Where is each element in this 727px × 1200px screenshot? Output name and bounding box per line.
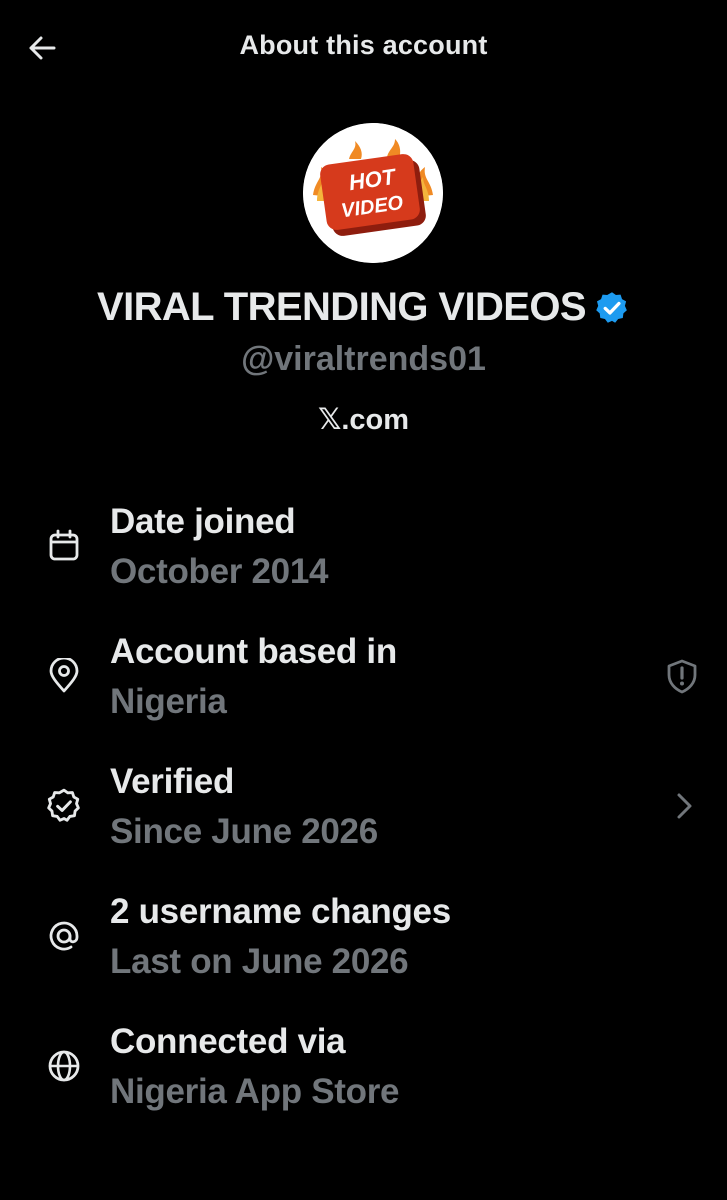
row-verified[interactable]: Verified Since June 2026 [0, 760, 727, 870]
verified-badge-icon [596, 291, 627, 323]
row-title: Connected via [110, 1022, 346, 1061]
globe-icon [44, 1046, 84, 1086]
row-account-based-in: Account based in Nigeria [0, 630, 727, 740]
avatar[interactable]: HOT VIDEO [303, 123, 443, 263]
row-subtitle: Since June 2026 [110, 812, 378, 851]
row-subtitle: October 2014 [110, 552, 329, 591]
x-logo-icon: 𝕏 [317, 402, 342, 436]
display-name: VIRAL TRENDING VIDEOS [97, 285, 587, 329]
row-subtitle: Nigeria [110, 682, 227, 721]
at-sign-icon [44, 916, 84, 956]
row-subtitle: Nigeria App Store [110, 1072, 400, 1111]
site-link[interactable]: 𝕏.com [0, 402, 727, 437]
display-name-row: VIRAL TRENDING VIDEOS [0, 285, 727, 330]
top-bar: About this account [0, 0, 727, 94]
chevron-right-icon[interactable] [664, 786, 704, 826]
shield-alert-icon[interactable] [662, 656, 702, 696]
row-subtitle: Last on June 2026 [110, 942, 409, 981]
calendar-icon [44, 526, 84, 566]
row-title: Date joined [110, 502, 296, 541]
page-title: About this account [239, 30, 488, 60]
row-title: Account based in [110, 632, 397, 671]
row-username-changes: 2 username changes Last on June 2026 [0, 890, 727, 1000]
location-pin-icon [44, 656, 84, 696]
username-handle: @viraltrends01 [241, 340, 486, 378]
verified-badge-outline-icon [44, 786, 84, 826]
row-date-joined: Date joined October 2014 [0, 500, 727, 610]
row-title: Verified [110, 762, 235, 801]
row-title: 2 username changes [110, 892, 451, 931]
hot-video-logo-image: HOT VIDEO [303, 123, 443, 263]
site-suffix: .com [341, 404, 410, 436]
row-connected-via: Connected via Nigeria App Store [0, 1020, 727, 1130]
